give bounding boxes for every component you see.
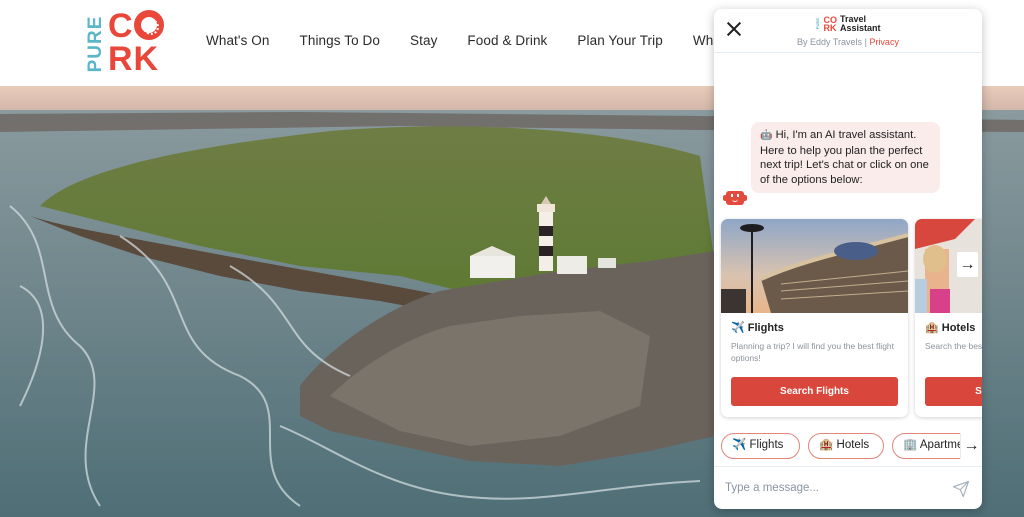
carousel-next-arrow-icon[interactable]: → [957, 252, 978, 277]
message-bubble: 🤖 Hi, I'm an AI travel assistant. Here t… [751, 122, 940, 193]
quick-reply-label: Hotels [836, 439, 870, 451]
chat-header: PURE CO RK Travel Assistant By Eddy Travel… [714, 9, 982, 53]
airplane-icon: ✈️ [731, 322, 745, 334]
flights-card-description: Planning a trip? I will find you the bes… [731, 341, 895, 363]
bot-avatar-icon [723, 191, 747, 205]
chat-logo-pure: PURE [815, 18, 821, 30]
quick-reply-flights[interactable]: ✈️ Flights [721, 433, 800, 459]
nav-food-drink[interactable]: Food & Drink [467, 33, 547, 48]
hotels-card: 🏨 Hotels Search the best hotels around t… [915, 219, 982, 417]
message-composer [714, 466, 982, 509]
flights-title-text: Flights [747, 322, 784, 334]
flights-card: ✈️ Flights Planning a trip? I will find … [721, 219, 908, 417]
by-eddy-travels: By Eddy Travels [797, 36, 863, 47]
hotels-title-text: Hotels [941, 322, 976, 334]
logo-o-icon [133, 10, 164, 40]
hotel-icon: 🏨 [925, 322, 939, 334]
pure-cork-logo[interactable]: PURE C RK [85, 9, 178, 78]
chat-title: Travel Assistant [840, 15, 881, 33]
logo-cork-rk: RK [108, 40, 160, 78]
building-icon: 🏢 [903, 439, 918, 451]
hotel-icon: 🏨 [819, 439, 834, 451]
travel-assistant-chat: PURE CO RK Travel Assistant By Eddy Travel… [714, 9, 982, 509]
nav-stay[interactable]: Stay [410, 33, 437, 48]
chat-brand: PURE CO RK Travel Assistant By Eddy Travel… [714, 15, 982, 47]
quick-replies: ✈️ Flights 🏨 Hotels 🏢 Apartments [719, 433, 982, 459]
robot-icon: 🤖 [760, 130, 773, 141]
send-icon[interactable] [952, 480, 970, 498]
hotels-card-description: Search the best hotels around the world! [925, 341, 982, 351]
main-nav: What's On Things To Do Stay Food & Drink… [206, 33, 795, 48]
search-flights-button[interactable]: Search Flights [731, 377, 898, 406]
nav-whats-on[interactable]: What's On [206, 33, 270, 48]
logo-pure-text: PURE [85, 14, 106, 74]
message-input[interactable] [725, 478, 945, 498]
message-text: Hi, I'm an AI travel assistant. Here to … [760, 129, 929, 186]
nav-things-to-do[interactable]: Things To Do [300, 33, 381, 48]
quick-replies-next-arrow-icon[interactable]: → [960, 433, 982, 459]
airplane-icon: ✈️ [732, 439, 747, 451]
chat-logo: PURE CO RK Travel Assistant [815, 15, 880, 33]
nav-plan-your-trip[interactable]: Plan Your Trip [577, 33, 662, 48]
hotels-card-title: 🏨 Hotels [925, 321, 982, 334]
logo-pure-label: PURE [85, 15, 106, 73]
privacy-link[interactable]: Privacy [869, 37, 899, 47]
flights-card-title: ✈️ Flights [731, 321, 908, 334]
chat-byline: By Eddy Travels | Privacy [714, 37, 982, 47]
chat-logo-cork: CO RK [823, 16, 837, 33]
byline-separator: | [864, 36, 867, 47]
chat-title-line2: Assistant [839, 23, 881, 33]
quick-reply-label: Flights [749, 439, 784, 451]
options-carousel: ✈️ Flights Planning a trip? I will find … [719, 216, 982, 421]
logo-cork-text: C RK [108, 9, 178, 78]
search-hotels-button[interactable]: Search Hotels [925, 377, 982, 406]
flights-card-image [721, 219, 908, 313]
chat-logo-rk: RK [823, 23, 837, 33]
quick-reply-hotels[interactable]: 🏨 Hotels [808, 433, 884, 459]
